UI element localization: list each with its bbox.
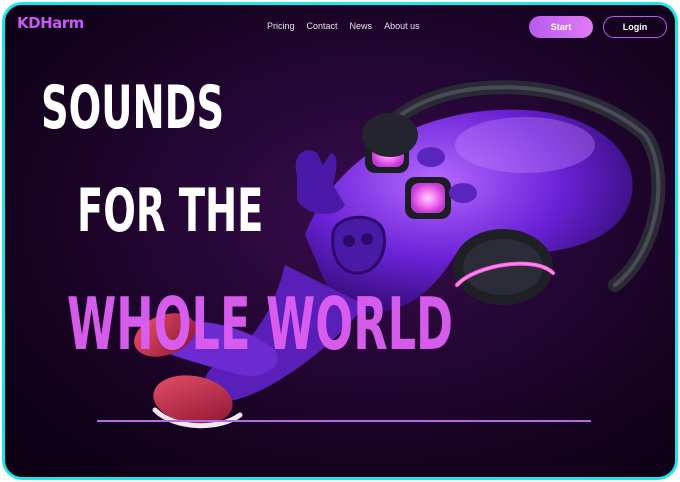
login-button[interactable]: Login <box>603 16 667 38</box>
nav-item-news[interactable]: News <box>350 21 373 31</box>
hero-divider <box>97 420 591 422</box>
site-header: KDHarm Pricing Contact News About us Sta… <box>5 5 675 51</box>
page-frame: KDHarm Pricing Contact News About us Sta… <box>2 2 678 480</box>
nav-item-contact[interactable]: Contact <box>307 21 338 31</box>
start-button[interactable]: Start <box>529 16 593 38</box>
nav-item-pricing[interactable]: Pricing <box>267 21 295 31</box>
hero-title-line-3: WHOLE WORLD <box>67 282 454 366</box>
brand-logo[interactable]: KDHarm <box>17 14 84 32</box>
main-nav: Pricing Contact News About us <box>267 21 420 31</box>
hero-character-illustration <box>134 80 666 429</box>
skull-mask <box>331 215 386 275</box>
headphone-cup-top <box>362 113 418 157</box>
nav-item-about[interactable]: About us <box>384 21 420 31</box>
